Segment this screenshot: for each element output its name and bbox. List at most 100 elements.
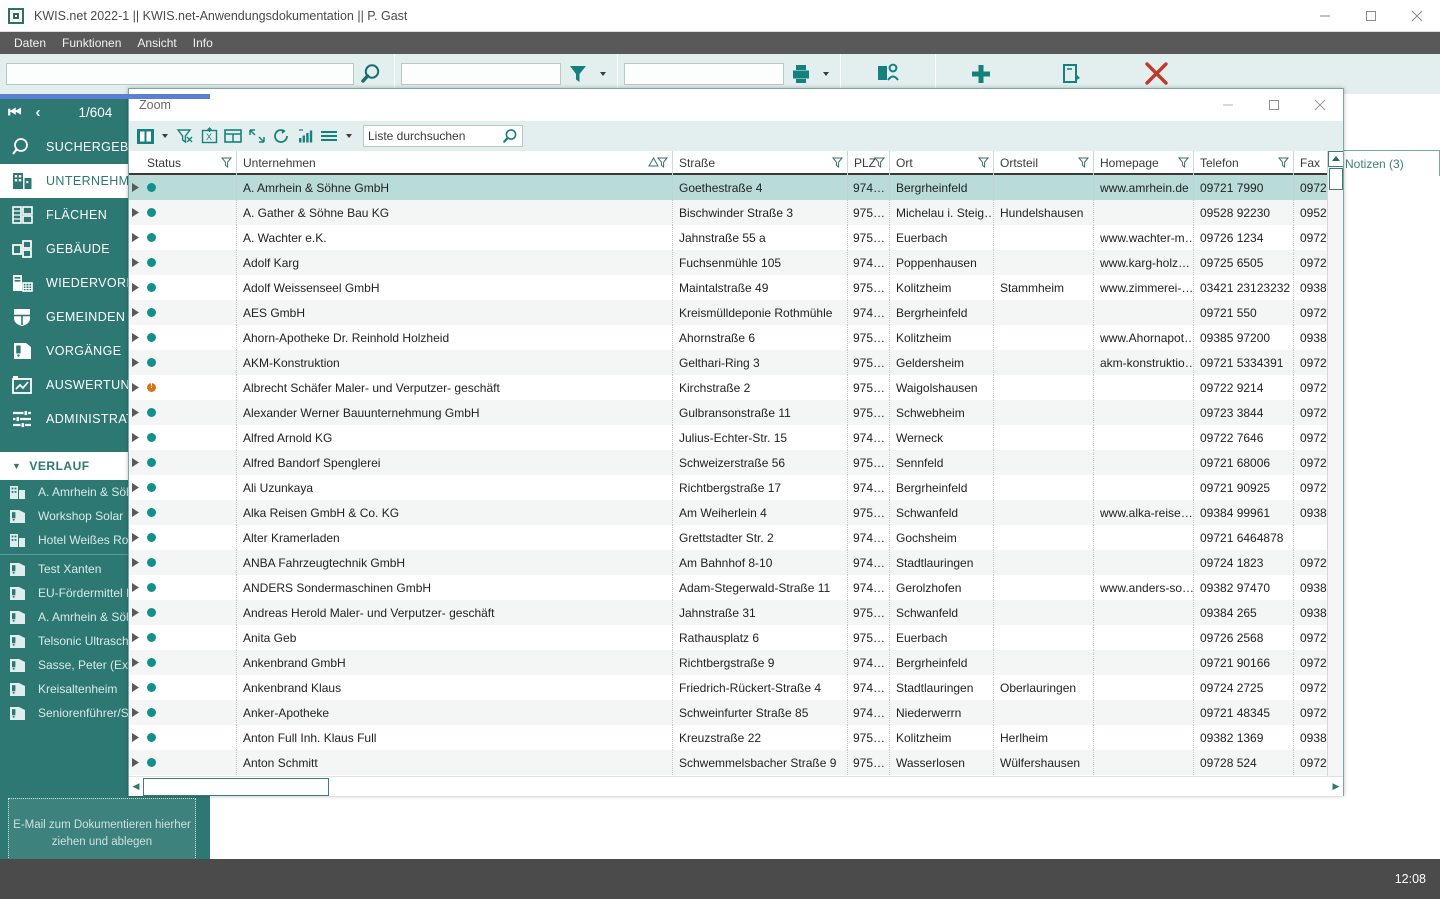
collapse-icon[interactable] bbox=[245, 124, 269, 148]
table-row[interactable]: Alexander Werner Bauunternehmung GmbH Gul… bbox=[129, 400, 1343, 425]
column-header-status[interactable]: Status bbox=[141, 151, 237, 175]
minimize-icon[interactable] bbox=[1302, 0, 1348, 32]
horizontal-scroll-track[interactable] bbox=[143, 777, 1329, 796]
menu-item-ansicht[interactable]: Ansicht bbox=[129, 34, 184, 52]
scroll-right-icon[interactable]: ▶ bbox=[1329, 778, 1343, 796]
table-row[interactable]: Albrecht Schäfer Maler- und Verputzer- g… bbox=[129, 375, 1343, 400]
table-row[interactable]: A. Amrhein & Söhne GmbH Goethestraße 4 974… bbox=[129, 175, 1343, 200]
dialog-close-icon[interactable] bbox=[1297, 89, 1343, 121]
column-filter-icon[interactable] bbox=[873, 156, 886, 170]
clear-filter-icon[interactable] bbox=[173, 124, 197, 148]
column-header-plz[interactable]: PLZ bbox=[848, 151, 890, 175]
table-row[interactable]: Ankenbrand Klaus Friedrich-Rückert-Straße… bbox=[129, 675, 1343, 700]
menu-item-funktionen[interactable]: Funktionen bbox=[54, 34, 129, 52]
row-expander-icon[interactable] bbox=[129, 333, 141, 342]
column-filter-icon[interactable] bbox=[977, 156, 990, 170]
row-expander-icon[interactable] bbox=[129, 433, 141, 442]
row-expander-icon[interactable] bbox=[129, 508, 141, 517]
table-row[interactable]: Alter Kramerladen Grettstadter Str. 2 974…… bbox=[129, 525, 1343, 550]
row-expander-icon[interactable] bbox=[129, 608, 141, 617]
menu-dropdown-caret[interactable] bbox=[346, 134, 352, 138]
table-row[interactable]: A. Wachter e.K. Jahnstraße 55 a 975… Euerba… bbox=[129, 225, 1343, 250]
tab-notizen[interactable]: Notizen (3) bbox=[1336, 150, 1440, 176]
table-row[interactable]: Adolf Weissenseel GmbH Maintalstraße 49 97… bbox=[129, 275, 1343, 300]
grid-layout-icon[interactable] bbox=[221, 124, 245, 148]
table-row[interactable]: Ahorn-Apotheke Dr. Reinhold Holzheid Ahor… bbox=[129, 325, 1343, 350]
row-expander-icon[interactable] bbox=[129, 708, 141, 717]
column-header-telefon[interactable]: Telefon bbox=[1194, 151, 1294, 175]
columns-icon[interactable] bbox=[133, 124, 157, 148]
row-expander-icon[interactable] bbox=[129, 208, 141, 217]
print-dropdown-caret[interactable] bbox=[823, 72, 829, 76]
table-row[interactable]: AES GmbH Kreismülldeponie Rothmühle 974… Be… bbox=[129, 300, 1343, 325]
grid-horizontal-scrollbar[interactable]: ◀ ▶ bbox=[129, 776, 1343, 796]
column-filter-icon[interactable] bbox=[1177, 156, 1190, 170]
search-icon[interactable] bbox=[354, 57, 388, 91]
row-expander-icon[interactable] bbox=[129, 633, 141, 642]
row-expander-icon[interactable] bbox=[129, 658, 141, 667]
search-input[interactable] bbox=[6, 63, 354, 85]
scroll-left-icon[interactable]: ◀ bbox=[129, 778, 143, 796]
table-row[interactable]: Anton Schmitt Schwemmelsbacher Straße 9 97… bbox=[129, 750, 1343, 775]
print-icon[interactable] bbox=[784, 57, 818, 91]
table-row[interactable]: Ankenbrand GmbH Richtbergstraße 9 974… Berg… bbox=[129, 650, 1343, 675]
table-row[interactable]: ANDERS Sondermaschinen GmbH Adam-Stegerwa… bbox=[129, 575, 1343, 600]
row-expander-icon[interactable] bbox=[129, 683, 141, 692]
close-icon[interactable] bbox=[1394, 0, 1440, 32]
first-page-icon[interactable]: ⏮ bbox=[8, 104, 22, 121]
row-expander-icon[interactable] bbox=[129, 758, 141, 767]
table-row[interactable]: Andreas Herold Maler- und Verputzer- ges… bbox=[129, 600, 1343, 625]
vertical-scroll-thumb[interactable] bbox=[1329, 168, 1343, 190]
delete-icon[interactable] bbox=[1140, 57, 1174, 91]
row-expander-icon[interactable] bbox=[129, 733, 141, 742]
table-row[interactable]: Ali Uzunkaya Richtbergstraße 17 974… Bergrh… bbox=[129, 475, 1343, 500]
menu-item-daten[interactable]: Daten bbox=[6, 34, 54, 52]
row-expander-icon[interactable] bbox=[129, 458, 141, 467]
scroll-up-icon[interactable] bbox=[1328, 151, 1343, 167]
column-filter-icon[interactable] bbox=[648, 156, 669, 170]
table-row[interactable]: Anker-Apotheke Schweinfurter Straße 85 974… bbox=[129, 700, 1343, 725]
column-header-strae[interactable]: Straße bbox=[673, 151, 848, 175]
edit-document-icon[interactable] bbox=[1054, 57, 1088, 91]
statistics-icon[interactable] bbox=[293, 124, 317, 148]
print-input[interactable] bbox=[624, 63, 784, 85]
plus-icon[interactable] bbox=[964, 57, 998, 91]
row-expander-icon[interactable] bbox=[129, 408, 141, 417]
dialog-minimize-icon[interactable] bbox=[1205, 89, 1251, 121]
column-header-ort[interactable]: Ort bbox=[890, 151, 994, 175]
columns-dropdown-caret[interactable] bbox=[162, 134, 168, 138]
column-filter-icon[interactable] bbox=[1077, 156, 1090, 170]
dialog-maximize-icon[interactable] bbox=[1251, 89, 1297, 121]
row-expander-icon[interactable] bbox=[129, 283, 141, 292]
table-row[interactable]: Anton Full Inh. Klaus Full Kreuzstraße 22… bbox=[129, 725, 1343, 750]
filter-icon[interactable] bbox=[561, 57, 595, 91]
menu-icon[interactable] bbox=[317, 124, 341, 148]
add-contact-icon[interactable] bbox=[871, 57, 905, 91]
row-expander-icon[interactable] bbox=[129, 258, 141, 267]
row-expander-icon[interactable] bbox=[129, 383, 141, 392]
refresh-icon[interactable] bbox=[269, 124, 293, 148]
filter-input[interactable] bbox=[401, 63, 561, 85]
prev-page-icon[interactable]: ‹ bbox=[36, 104, 41, 121]
row-expander-icon[interactable] bbox=[129, 308, 141, 317]
row-expander-icon[interactable] bbox=[129, 358, 141, 367]
column-filter-icon[interactable] bbox=[220, 156, 233, 170]
table-row[interactable]: Anita Geb Rathausplatz 6 975… Euerbach 09726… bbox=[129, 625, 1343, 650]
search-icon[interactable] bbox=[499, 124, 523, 148]
column-header-homepage[interactable]: Homepage bbox=[1094, 151, 1194, 175]
table-row[interactable]: AKM-Konstruktion Gelthari-Ring 3 975… Gelde… bbox=[129, 350, 1343, 375]
menu-item-info[interactable]: Info bbox=[185, 34, 221, 52]
table-row[interactable]: Adolf Karg Fuchsenmühle 105 974… Poppenhaus… bbox=[129, 250, 1343, 275]
table-row[interactable]: A. Gather & Söhne Bau KG Bischwinder Stra… bbox=[129, 200, 1343, 225]
row-expander-icon[interactable] bbox=[129, 483, 141, 492]
column-filter-icon[interactable] bbox=[831, 156, 844, 170]
column-filter-icon[interactable] bbox=[1277, 156, 1290, 170]
row-expander-icon[interactable] bbox=[129, 233, 141, 242]
row-expander-icon[interactable] bbox=[129, 183, 141, 192]
table-row[interactable]: Alka Reisen GmbH & Co. KG Am Weiherlein 4… bbox=[129, 500, 1343, 525]
filter-dropdown-caret[interactable] bbox=[600, 72, 606, 76]
table-row[interactable]: Alfred Arnold KG Julius-Echter-Str. 15 974… bbox=[129, 425, 1343, 450]
row-expander-icon[interactable] bbox=[129, 583, 141, 592]
column-header-ortsteil[interactable]: Ortsteil bbox=[994, 151, 1094, 175]
table-row[interactable]: ANBA Fahrzeugtechnik GmbH Am Bahnhof 8-10… bbox=[129, 550, 1343, 575]
